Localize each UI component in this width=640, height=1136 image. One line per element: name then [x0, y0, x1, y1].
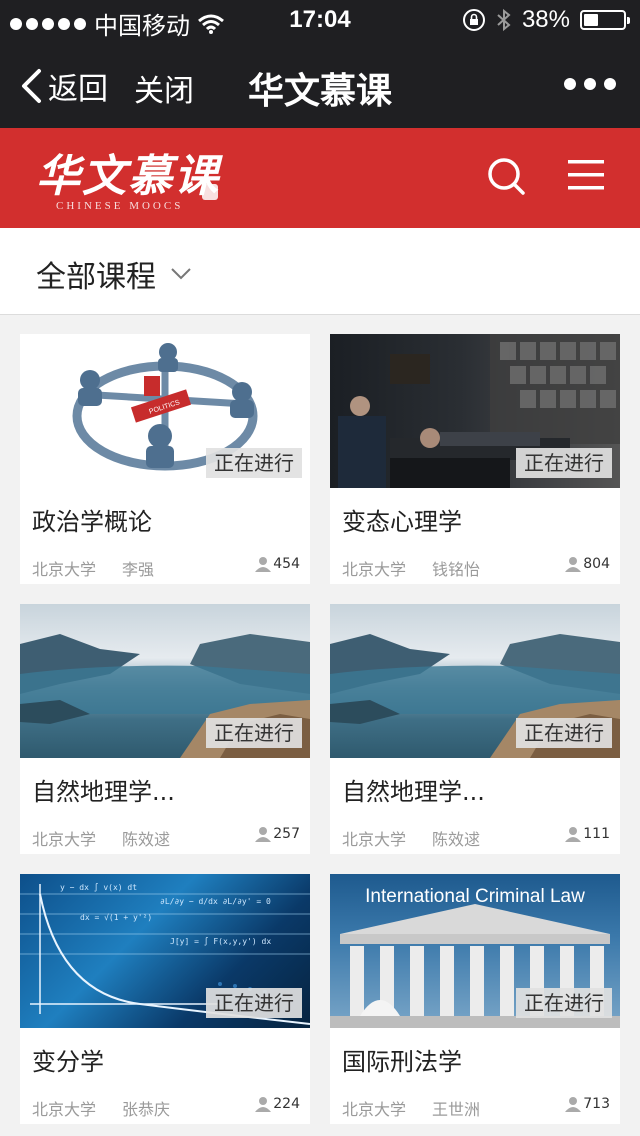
close-button[interactable]: 关闭	[134, 66, 194, 110]
student-count: 224	[255, 1096, 300, 1112]
course-teacher: 陈效逑	[122, 830, 171, 849]
course-teacher: 王世洲	[432, 1100, 481, 1119]
course-card[interactable]: 正在进行 自然地理学... 北京大学 陈效逑 111	[330, 604, 620, 854]
course-university: 北京大学	[342, 830, 407, 849]
course-title: 国际刑法学	[342, 1048, 462, 1076]
student-count-value: 111	[583, 826, 610, 842]
student-count: 257	[255, 826, 300, 842]
filter-bar: 全部课程	[0, 228, 640, 315]
student-count: 713	[565, 1096, 610, 1112]
user-icon	[255, 827, 272, 842]
student-count-value: 224	[273, 1096, 300, 1112]
user-icon	[255, 1097, 272, 1112]
course-thumbnail: y − dx ∫ v(x) dt dx = √(1 + y'²) ∂L/∂y −…	[20, 874, 310, 1028]
status-badge: 正在进行	[206, 988, 302, 1018]
course-university: 北京大学	[32, 560, 97, 579]
bluetooth-icon	[497, 8, 511, 32]
status-bar: 中国移动 17:04 38%	[0, 0, 640, 40]
svg-text:dx = √(1 + y'²): dx = √(1 + y'²)	[80, 913, 152, 922]
brand-header: 华文慕课 CHINESE MOOCS	[0, 128, 640, 228]
course-university: 北京大学	[32, 1100, 97, 1119]
back-button[interactable]: 返回	[20, 64, 108, 108]
user-icon	[565, 1097, 582, 1112]
course-thumbnail: POLITICS 正在进行	[20, 334, 310, 488]
status-badge: 正在进行	[206, 448, 302, 478]
orientation-lock-icon	[462, 9, 485, 31]
course-filter-dropdown[interactable]: 全部课程	[36, 252, 192, 296]
status-badge: 正在进行	[516, 718, 612, 748]
back-label: 返回	[48, 72, 108, 107]
course-teacher: 陈效逑	[432, 830, 481, 849]
course-university: 北京大学	[342, 560, 407, 579]
thumbnail-caption: International Criminal Law	[365, 886, 585, 907]
site-logo[interactable]: 华文慕课 CHINESE MOOCS	[36, 140, 226, 220]
course-title: 政治学概论	[32, 508, 152, 536]
more-menu-button[interactable]	[564, 78, 616, 90]
course-teacher: 张恭庆	[122, 1100, 171, 1119]
filter-label: 全部课程	[36, 260, 156, 295]
status-badge: 正在进行	[516, 988, 612, 1018]
svg-text:∂L/∂y − d/dx ∂L/∂y' = 0: ∂L/∂y − d/dx ∂L/∂y' = 0	[160, 897, 271, 906]
student-count-value: 257	[273, 826, 300, 842]
course-thumbnail: 正在进行	[20, 604, 310, 758]
course-title: 自然地理学...	[342, 778, 485, 806]
course-teacher: 李强	[122, 560, 155, 579]
course-title: 自然地理学...	[32, 778, 175, 806]
nav-bar: 返回 关闭 华文慕课	[0, 40, 640, 128]
course-title: 变分学	[32, 1048, 104, 1076]
battery-percent: 38%	[521, 6, 570, 33]
hamburger-menu-icon[interactable]	[568, 158, 604, 192]
course-thumbnail: 正在进行	[330, 604, 620, 758]
student-count-value: 713	[583, 1096, 610, 1112]
student-count: 804	[565, 556, 610, 572]
status-badge: 正在进行	[516, 448, 612, 478]
course-university: 北京大学	[32, 830, 97, 849]
course-card[interactable]: 正在进行 变态心理学 北京大学 钱铭怡 804	[330, 334, 620, 584]
chevron-down-icon	[171, 268, 191, 280]
student-count: 454	[255, 556, 300, 572]
search-icon[interactable]	[486, 156, 526, 196]
status-badge: 正在进行	[206, 718, 302, 748]
student-count-value: 804	[583, 556, 610, 572]
course-university: 北京大学	[342, 1100, 407, 1119]
course-teacher: 钱铭怡	[432, 560, 481, 579]
battery-icon	[580, 10, 630, 30]
status-right: 38%	[462, 6, 630, 34]
course-title: 变态心理学	[342, 508, 462, 536]
logo-wordmark: 华文慕课	[36, 151, 220, 202]
user-icon	[255, 557, 272, 572]
course-card[interactable]: 正在进行 自然地理学... 北京大学 陈效逑 257	[20, 604, 310, 854]
user-icon	[565, 557, 582, 572]
course-card[interactable]: y − dx ∫ v(x) dt dx = √(1 + y'²) ∂L/∂y −…	[20, 874, 310, 1124]
logo-seal-icon	[202, 184, 218, 200]
chevron-left-icon	[22, 69, 41, 103]
course-card[interactable]: POLITICS 正在进行 政治学概论 北京大学 李强 454	[20, 334, 310, 584]
course-card[interactable]: International Criminal Law 正在进行 国际刑法学 北京…	[330, 874, 620, 1124]
svg-text:y − dx ∫ v(x) dt: y − dx ∫ v(x) dt	[60, 883, 137, 892]
student-count: 111	[565, 826, 610, 842]
user-icon	[565, 827, 582, 842]
logo-subtitle: CHINESE MOOCS	[56, 200, 184, 212]
course-thumbnail: 正在进行	[330, 334, 620, 488]
course-thumbnail: International Criminal Law 正在进行	[330, 874, 620, 1028]
svg-text:J[y] = ∫ F(x,y,y') dx: J[y] = ∫ F(x,y,y') dx	[170, 937, 271, 946]
student-count-value: 454	[273, 556, 300, 572]
